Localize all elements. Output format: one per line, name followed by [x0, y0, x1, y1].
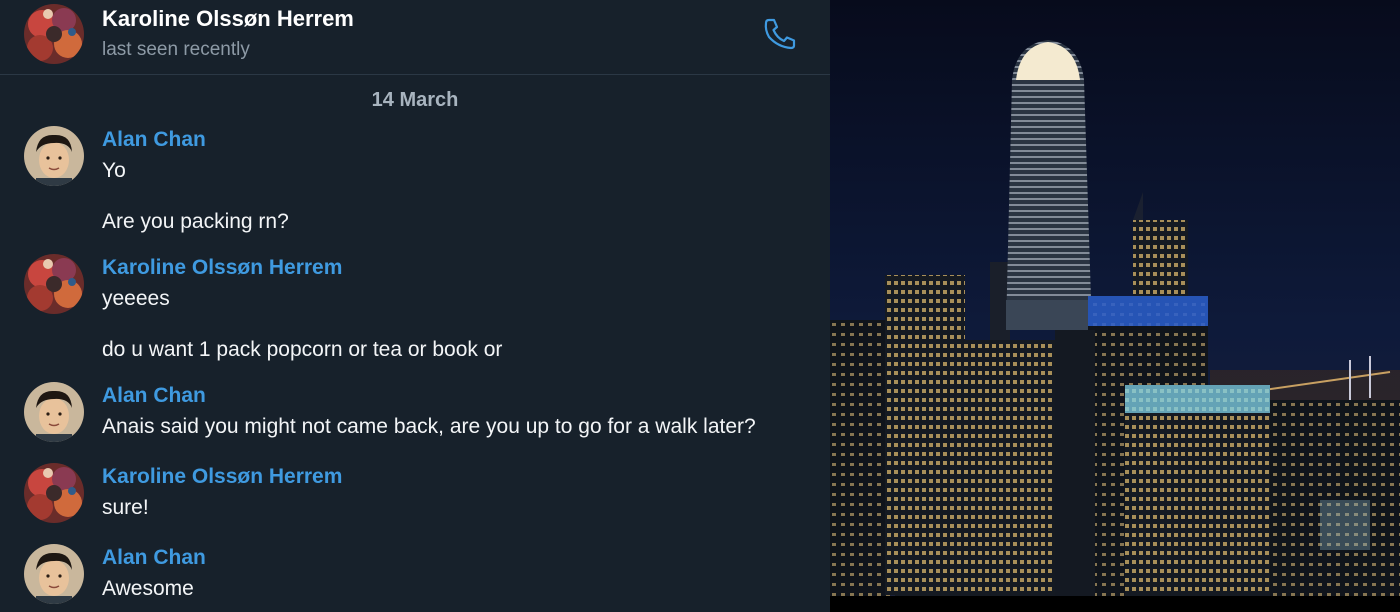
photo-bottom-edge [830, 596, 1400, 612]
sender-avatar[interactable] [24, 463, 84, 523]
contact-avatar[interactable] [24, 4, 84, 64]
message-text: Are you packing rn? [102, 210, 289, 233]
message-text: do u want 1 pack popcorn or tea or book … [102, 338, 503, 361]
chat-header: Karoline Olssøn Herrem last seen recentl… [0, 0, 830, 75]
sender-avatar[interactable] [24, 382, 84, 442]
avatar-image [24, 4, 84, 64]
sender-name[interactable]: Alan Chan [102, 128, 206, 152]
message-text: yeeees [102, 287, 170, 310]
phone-icon [764, 18, 796, 50]
sender-name[interactable]: Karoline Olssøn Herrem [102, 256, 342, 280]
city-night-photo [830, 0, 1400, 596]
message-text: sure! [102, 496, 149, 519]
avatar-image [24, 544, 84, 604]
message-text: Anais said you might not came back, are … [102, 415, 756, 438]
contact-name[interactable]: Karoline Olssøn Herrem [102, 6, 354, 32]
call-button[interactable] [760, 14, 800, 54]
message-text: Yo [102, 159, 126, 182]
contact-status: last seen recently [102, 39, 250, 60]
sender-avatar[interactable] [24, 544, 84, 604]
sender-name[interactable]: Alan Chan [102, 384, 206, 408]
sender-name[interactable]: Karoline Olssøn Herrem [102, 465, 342, 489]
avatar-image [24, 126, 84, 186]
chat-panel: Karoline Olssøn Herrem last seen recentl… [0, 0, 830, 612]
date-separator: 14 March [371, 89, 459, 111]
sender-avatar[interactable] [24, 126, 84, 186]
skyline-image [830, 0, 1400, 596]
sender-name[interactable]: Alan Chan [102, 546, 206, 570]
sender-avatar[interactable] [24, 254, 84, 314]
avatar-image [24, 463, 84, 523]
avatar-image [24, 382, 84, 442]
message-text: Awesome [102, 577, 194, 600]
avatar-image [24, 254, 84, 314]
